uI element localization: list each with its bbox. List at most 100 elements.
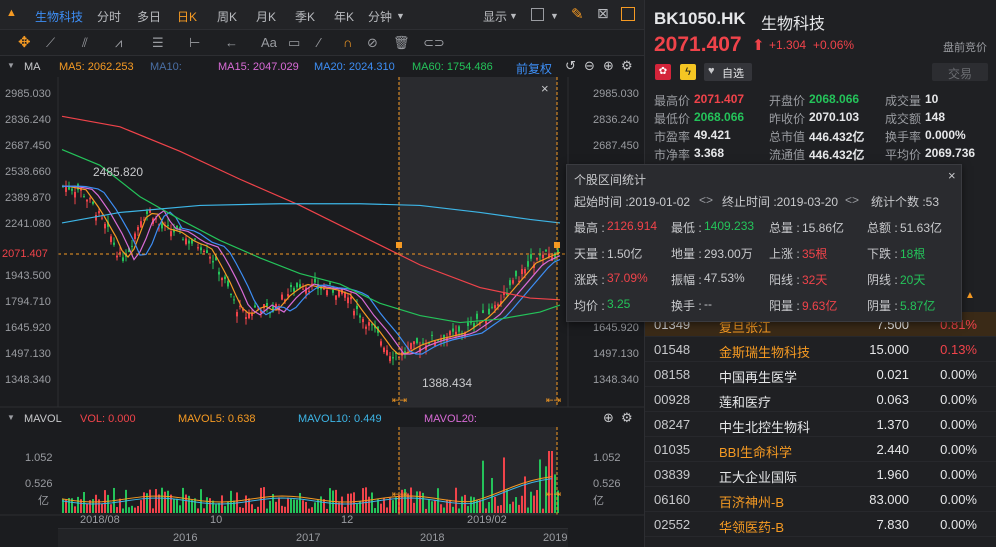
close-range-icon[interactable]: × [541,81,549,96]
adjust-mode-button[interactable]: 前复权 [516,60,552,77]
quote-stat-label: 最高价 [654,94,691,108]
stock-name: 中国再生医学 [719,370,798,385]
volume-bar [167,490,169,513]
stock-row[interactable]: 01035 BBI生命科学 2.440 0.00% [645,437,996,462]
minute-dropdown-icon[interactable]: ▼ [396,11,405,21]
stats-end-time[interactable]: 终止时间 :2019-03-20 [722,193,838,210]
stock-row[interactable]: 03839 正大企业国际 1.960 0.00% [645,462,996,487]
candlestick-chart[interactable]: ⇤⇥ ⇤⇥ ⇤⇥ ⇤⇥ [0,77,644,547]
magnet-icon[interactable]: ∩ [343,35,352,50]
watchlist-button[interactable]: ♥ 自选 [704,63,752,81]
volume-zoom-icon[interactable]: ⊕ [603,410,614,426]
range-tool-icon[interactable]: ⊢ [189,35,200,51]
channel-tool-icon[interactable]: ⫽ [82,35,88,51]
volume-bar [350,493,352,513]
tab-multiday[interactable]: 多日 [137,8,161,25]
quote-stat-label: 换手率 [885,130,922,144]
link-icon[interactable]: ⊂⊃ [423,35,445,51]
volume-bar [542,508,544,513]
display-dropdown-icon[interactable]: ▼ [509,11,518,21]
eraser-tool-icon[interactable]: ▭ [288,35,300,51]
volume-bar [83,491,85,513]
stock-row[interactable]: 02552 华领医药-B 7.830 0.00% [645,512,996,537]
volume-bar [251,504,253,513]
stats-start-time[interactable]: 起始时间 :2019-01-02 [574,193,690,210]
volume-bar [527,507,529,513]
fullscreen-icon[interactable] [621,7,635,21]
hk-flag-icon: ✿ [655,64,671,80]
draw-pen-icon[interactable]: ✎ [571,5,584,23]
candle-body [365,326,367,329]
volume-bar [548,451,550,513]
candle-body [74,191,76,198]
tab-quarterly-k[interactable]: 季K [295,8,315,25]
stats-close-icon[interactable]: × [948,168,956,183]
zoom-out-icon[interactable]: ⊖ [584,58,595,74]
checkbox-dropdown-icon[interactable]: ▼ [550,11,559,21]
checkbox-icon[interactable] [531,8,544,21]
volume-settings-icon[interactable]: ⚙ [621,410,633,426]
candle-body [416,338,418,344]
volume-collapse-icon[interactable]: ▼ [7,413,15,422]
volume-bar [458,508,460,513]
stock-code: 06160 [654,492,691,507]
stock-row[interactable]: 01548 金斯瑞生物科技 15.000 0.13% [645,337,996,362]
zoom-in-icon[interactable]: ⊕ [603,58,614,74]
text-tool-icon[interactable]: Aa [261,35,277,50]
stock-row[interactable]: 00928 莲和医疗 0.063 0.00% [645,387,996,412]
candle-body [200,247,202,251]
candle-body [293,288,295,292]
start-stepper-icon[interactable]: <> [699,193,713,207]
tab-weekly-k[interactable]: 周K [217,8,237,25]
stock-name: 中生北控生物科 [719,420,811,435]
volume-bar [353,492,355,513]
wave-tool-icon[interactable]: ⩘ [115,35,122,51]
reset-icon[interactable]: ↺ [565,58,576,74]
stock-price: 0.063 [876,392,909,407]
arrow-tool-icon[interactable]: ← [225,35,238,50]
sort-arrow-icon[interactable]: ▲ [965,290,975,301]
volume-bar [497,505,499,513]
settings-icon[interactable]: ⚙ [621,58,633,74]
end-stepper-icon[interactable]: <> [845,193,859,207]
stock-name: 百济神州-B [719,495,785,510]
candle-body [95,215,97,221]
ma5-value: MA5: 2062.253 [59,61,134,73]
layout-grid-icon[interactable]: ⊠ [597,5,609,22]
volume-bar [392,500,394,513]
hide-drawing-icon[interactable]: ⊘ [367,35,378,51]
stats-label: 总量 : [769,221,800,235]
quote-name: 生物科技 [761,16,826,33]
candle-body [146,211,148,215]
tab-minute[interactable]: 分钟 [368,8,392,25]
volume-bar [293,499,295,513]
tab-monthly-k[interactable]: 月K [256,8,276,25]
tab-timeshare[interactable]: 分时 [97,8,121,25]
stock-row[interactable]: 08158 中国再生医学 0.021 0.00% [645,362,996,387]
tab-yearly-k[interactable]: 年K [334,8,354,25]
stock-pct: 0.00% [940,442,977,457]
brush-icon[interactable]: ⁄ [318,35,320,50]
volume-bar [260,487,262,513]
volume-bar [440,504,442,513]
tab-daily-k[interactable]: 日K [177,8,197,25]
display-menu[interactable]: 显示 [483,8,507,25]
candle-body [368,322,370,326]
tab-sector[interactable]: 生物科技 [35,8,83,25]
candle-body [410,343,412,350]
volume-bar [470,496,472,513]
candle-body [89,198,91,200]
stock-row[interactable]: 06160 百济神州-B 83.000 0.00% [645,487,996,512]
vol-tick: 1.052 [25,452,53,464]
quote-stat-value: 49.421 [694,128,731,142]
fib-tool-icon[interactable]: ☰ [152,35,164,51]
line-tool-icon[interactable]: ⟋ [46,35,55,51]
crosshair-icon[interactable]: ✥ [18,33,31,51]
chart-area: ▲ 生物科技 分时 多日 日K 周K 月K 季K 年K 分钟 ▼ 显示 ▼ ▼ … [0,0,644,547]
trash-icon[interactable]: 🗑 [393,35,410,51]
stock-row[interactable]: 08247 中生北控生物科 1.370 0.00% [645,412,996,437]
volume-bar [137,505,139,513]
stock-pct: 0.00% [940,517,977,532]
collapse-icon[interactable]: ▼ [7,61,15,70]
trade-button[interactable]: 交易 [932,63,988,81]
